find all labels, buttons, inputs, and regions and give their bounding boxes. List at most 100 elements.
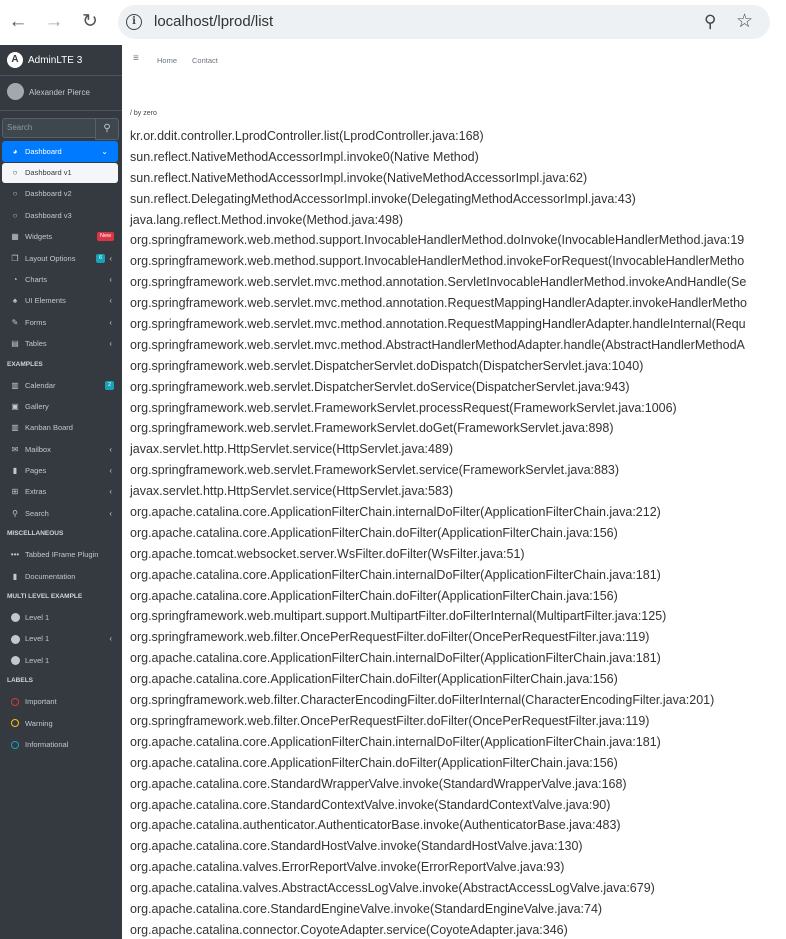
sidebar-item-tabbed-iframe[interactable]: ••• Tabbed IFrame Plugin [0, 544, 122, 565]
sidebar-item-label: Warning [25, 718, 53, 728]
stack-trace-line: org.apache.catalina.core.ApplicationFilt… [130, 755, 618, 770]
sidebar-item-ui-elements[interactable]: ♠ UI Elements ‹ [0, 290, 122, 311]
sidebar-item-warning[interactable]: Warning [0, 713, 122, 734]
sidebar-item-tables[interactable]: ▤ Tables ‹ [0, 333, 122, 354]
top-navbar: ≡ Home Contact [122, 45, 786, 76]
sidebar-item-label: Mailbox [25, 444, 51, 454]
chevron-left-icon: ‹ [109, 253, 112, 263]
stack-trace-line: org.springframework.web.servlet.Framewor… [130, 400, 677, 415]
search-icon: ⚲ [12, 508, 18, 518]
sidebar-item-dashboard-v1[interactable]: ○ Dashboard v1 [2, 163, 118, 184]
table-icon: ▤ [11, 339, 19, 349]
stack-trace-line: org.apache.catalina.valves.AbstractAcces… [130, 881, 655, 896]
sidebar-item-dashboard-v2[interactable]: ○ Dashboard v2 [0, 183, 122, 204]
sidebar-item-label: Level 1 [25, 655, 50, 665]
sidebar-item-informational[interactable]: Informational [0, 734, 122, 755]
forward-icon[interactable]: → [42, 10, 66, 34]
browser-toolbar: ← → ↻ i localhost/lprod/list ⚲ ☆ [0, 0, 786, 46]
circle-filled-icon [10, 628, 20, 649]
image-icon: ▣ [11, 401, 19, 411]
stack-trace-line: sun.reflect.DelegatingMethodAccessorImpl… [130, 191, 636, 206]
sidebar-item-kanban[interactable]: ▥ Kanban Board [0, 417, 122, 438]
stack-trace-line: org.apache.catalina.core.ApplicationFilt… [130, 651, 661, 666]
ellipsis-icon: ••• [10, 550, 20, 560]
sidebar-item-pages[interactable]: ▮ Pages ‹ [0, 460, 122, 481]
sidebar-item-label: Widgets [25, 232, 53, 242]
sidebar-item-label: Search [25, 508, 49, 518]
circle-info-icon [10, 734, 20, 755]
sidebar-search-input[interactable]: Search [2, 118, 96, 138]
sidebar-item-calendar[interactable]: ▥ Calendar 2 [0, 375, 122, 396]
sidebar-item-dashboard[interactable]: ◕ Dashboard ⌄ [2, 141, 118, 163]
search-icon: ⚲ [103, 123, 111, 134]
sidebar-item-level1[interactable]: Level 1 ‹ [0, 628, 122, 649]
sidebar-item-important[interactable]: Important [0, 691, 122, 712]
count-badge: 2 [104, 380, 114, 390]
chevron-left-icon: ‹ [109, 487, 112, 497]
copy-icon: ❐ [11, 253, 19, 263]
sidebar-item-mailbox[interactable]: ✉ Mailbox ‹ [0, 439, 122, 460]
zoom-icon[interactable]: ⚲ [704, 12, 716, 32]
stack-trace-line: org.apache.catalina.core.ApplicationFilt… [130, 505, 661, 520]
bookmark-star-icon[interactable]: ☆ [736, 10, 753, 33]
stack-trace-line: org.springframework.web.filter.OncePerRe… [130, 630, 650, 645]
sidebar-item-charts[interactable]: ◔ Charts ‹ [0, 269, 122, 290]
url-text[interactable]: localhost/lprod/list [154, 13, 273, 30]
stack-trace-line: org.springframework.web.servlet.mvc.meth… [130, 337, 745, 352]
sidebar-item-label: Extras [25, 487, 47, 497]
nav-link-contact[interactable]: Contact [192, 56, 218, 65]
sidebar-item-documentation[interactable]: ▮ Documentation [0, 566, 122, 587]
brand-link[interactable]: A AdminLTE 3 [0, 45, 122, 76]
sidebar-item-forms[interactable]: ✎ Forms ‹ [0, 312, 122, 333]
chevron-left-icon: ‹ [109, 339, 112, 349]
circle-icon: ○ [12, 168, 18, 178]
stack-trace-line: org.apache.catalina.authenticator.Authen… [130, 818, 621, 833]
sidebar-item-label: Pages [25, 466, 47, 476]
stack-trace-line: kr.or.ddit.controller.LprodController.li… [130, 129, 484, 143]
sidebar-menu: ◕ Dashboard ⌄ ○ Dashboard v1 ○ Dashboard… [0, 141, 122, 755]
sidebar-item-level1[interactable]: Level 1 [0, 650, 122, 671]
stack-trace-line: org.springframework.web.filter.Character… [130, 693, 715, 708]
sidebar-item-label: Tables [25, 339, 47, 349]
tachometer-icon: ◕ [12, 147, 18, 156]
sidebar-item-label: Layout Options [25, 253, 76, 263]
menu-toggle-icon[interactable]: ≡ [133, 53, 139, 64]
sidebar-item-dashboard-v3[interactable]: ○ Dashboard v3 [0, 205, 122, 226]
chevron-down-icon: ⌄ [101, 147, 108, 156]
sidebar-item-label: Dashboard v1 [25, 168, 72, 178]
reload-icon[interactable]: ↻ [78, 10, 102, 34]
sidebar-item-layout-options[interactable]: ❐ Layout Options 6 ‹ [0, 248, 122, 269]
circle-danger-icon [10, 691, 20, 712]
user-panel[interactable]: Alexander Pierce [0, 76, 122, 111]
stack-trace-line: org.springframework.web.method.support.I… [130, 233, 745, 248]
chevron-left-icon: ‹ [109, 634, 112, 644]
stack-trace-line: org.apache.catalina.core.ApplicationFilt… [130, 734, 661, 749]
circle-icon: ○ [12, 210, 18, 220]
stack-trace-line: org.apache.catalina.core.ApplicationFilt… [130, 672, 618, 687]
stack-trace-line: org.apache.catalina.core.StandardEngineV… [130, 901, 603, 916]
sidebar-item-label: Documentation [25, 571, 76, 581]
sidebar-item-gallery[interactable]: ▣ Gallery [0, 396, 122, 417]
new-badge: New [96, 232, 114, 242]
stack-trace-line: org.springframework.web.servlet.Framewor… [130, 421, 614, 436]
stack-trace-line: org.apache.catalina.connector.CoyoteAdap… [130, 922, 568, 937]
sidebar-item-level1[interactable]: Level 1 [0, 607, 122, 628]
back-icon[interactable]: ← [6, 10, 30, 34]
search-button[interactable]: ⚲ [95, 118, 119, 140]
sidebar-item-widgets[interactable]: ▦ Widgets New [0, 226, 122, 247]
sidebar-item-label: Calendar [25, 380, 56, 390]
stack-trace-line: org.springframework.web.servlet.Dispatch… [130, 358, 644, 373]
user-name[interactable]: Alexander Pierce [29, 88, 90, 97]
address-bar[interactable]: i localhost/lprod/list ⚲ ☆ [118, 5, 770, 39]
circle-filled-icon [10, 650, 20, 671]
multi-level-header: MULTI LEVEL EXAMPLE [7, 593, 83, 601]
stack-trace-line: org.apache.catalina.core.ApplicationFilt… [130, 588, 618, 603]
sidebar-item-extras[interactable]: ⊞ Extras ‹ [0, 481, 122, 502]
stack-trace-line: org.springframework.web.servlet.Framewor… [130, 463, 620, 478]
sidebar-item-label: Dashboard v2 [25, 189, 72, 199]
nav-link-home[interactable]: Home [157, 56, 177, 65]
main-sidebar: A AdminLTE 3 Alexander Pierce Search ⚲ ◕… [0, 45, 122, 939]
info-icon[interactable]: i [126, 14, 142, 30]
stack-trace-line: org.apache.catalina.core.StandardWrapper… [130, 776, 627, 791]
sidebar-item-search[interactable]: ⚲ Search ‹ [0, 503, 122, 524]
